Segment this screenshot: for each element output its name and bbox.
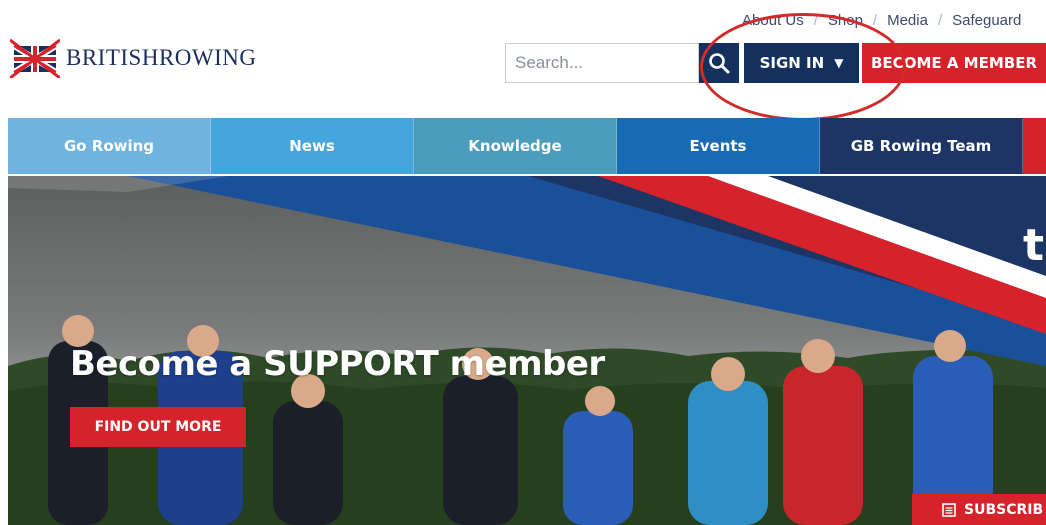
util-link-shop[interactable]: Shop <box>828 12 863 29</box>
util-separator: / <box>872 12 878 29</box>
utility-nav: About Us / Shop / Media / Safeguard <box>742 12 1021 29</box>
find-out-more-button[interactable]: FIND OUT MORE <box>70 407 246 447</box>
nav-knowledge[interactable]: Knowledge <box>414 118 617 174</box>
nav-gb-rowing-team[interactable]: GB Rowing Team <box>820 118 1023 174</box>
hero-banner: t Become a SUPPORT member FIND OUT MORE … <box>8 176 1046 525</box>
newsletter-icon <box>942 502 956 517</box>
nav-go-rowing[interactable]: Go Rowing <box>8 118 211 174</box>
sign-in-label: SIGN IN <box>759 54 825 72</box>
hero-title: Become a SUPPORT member <box>70 344 605 384</box>
logo-text: BRITISHROWING <box>66 45 257 71</box>
nav-news[interactable]: News <box>211 118 414 174</box>
search-placeholder: Search... <box>515 53 584 72</box>
logo-text-rowing: ROWING <box>158 45 257 70</box>
search-icon <box>709 53 730 74</box>
subscribe-label: SUBSCRIB <box>964 501 1044 518</box>
find-out-more-label: FIND OUT MORE <box>94 419 222 435</box>
main-nav: Go Rowing News Knowledge Events GB Rowin… <box>8 118 1046 174</box>
util-link-media[interactable]: Media <box>887 12 928 29</box>
nav-events[interactable]: Events <box>617 118 820 174</box>
util-separator: / <box>937 12 943 29</box>
util-separator: / <box>813 12 818 29</box>
become-a-member-label: BECOME A MEMBER <box>871 54 1037 72</box>
sign-in-button[interactable]: SIGN IN ▼ <box>744 43 859 83</box>
search-button[interactable] <box>699 43 739 83</box>
util-link-about-us[interactable]: About Us <box>742 12 804 29</box>
subscribe-button[interactable]: SUBSCRIB <box>912 494 1046 525</box>
union-jack-oars-icon <box>10 38 60 78</box>
search-input[interactable]: Search... <box>505 43 699 83</box>
logo-text-british: BRITISH <box>66 45 159 70</box>
chevron-down-icon: ▼ <box>834 56 844 70</box>
util-link-safeguarding[interactable]: Safeguard <box>952 12 1021 29</box>
british-rowing-logo[interactable]: BRITISHROWING <box>10 38 257 78</box>
hero-partial-text: t <box>1022 220 1044 271</box>
nav-overflow-item[interactable] <box>1023 118 1046 174</box>
become-a-member-button[interactable]: BECOME A MEMBER <box>862 43 1046 83</box>
